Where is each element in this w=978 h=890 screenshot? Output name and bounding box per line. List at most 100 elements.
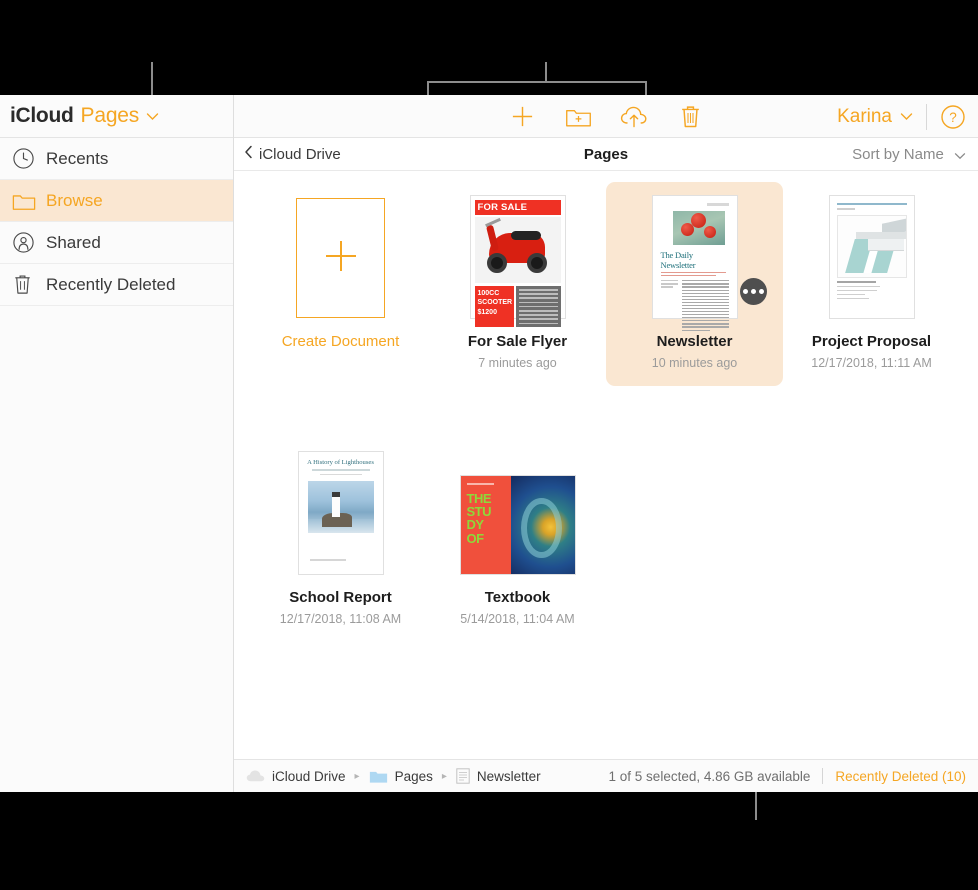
- document-icon: [456, 768, 470, 784]
- navigation-bar: iCloud Drive Pages Sort by Name: [234, 138, 978, 171]
- toolbar: Karina ?: [234, 95, 978, 138]
- brand-app-label: Pages: [80, 104, 140, 127]
- document-date: 7 minutes ago: [478, 356, 557, 370]
- for-sale-flyer-thumbnail: FOR SALE 100CC SCOOTER $1200: [470, 196, 565, 327]
- newsletter-subhead: [660, 271, 729, 277]
- more-options-icon[interactable]: [740, 278, 767, 305]
- document-date: 10 minutes ago: [651, 356, 738, 370]
- breadcrumb-label: Newsletter: [476, 768, 541, 784]
- toolbar-account-area: Karina ?: [837, 95, 966, 138]
- thumbnail-wrap: A History of Lighthouses: [298, 452, 383, 574]
- icloud-pages-window: iCloud Pages Recents Browse Shared Recen…: [0, 95, 978, 792]
- breadcrumb-separator: ▸: [441, 770, 447, 782]
- toolbar-divider: [926, 103, 927, 130]
- sidebar-item-label: Recently Deleted: [46, 274, 176, 294]
- chevron-down-icon[interactable]: [900, 110, 913, 124]
- sidebar-item-browse[interactable]: Browse: [0, 180, 233, 222]
- flyer-price-text: 100CC SCOOTER $1200: [474, 286, 515, 327]
- folder-icon: [12, 190, 46, 212]
- project-proposal-thumbnail: [829, 196, 914, 318]
- shared-person-icon: [12, 231, 46, 254]
- brand-header[interactable]: iCloud Pages: [0, 95, 233, 138]
- school-report-headline: A History of Lighthouses: [307, 459, 374, 466]
- flyer-footer: 100CC SCOOTER $1200: [474, 286, 561, 327]
- document-tile-project-proposal[interactable]: Project Proposal 12/17/2018, 11:11 AM: [783, 182, 960, 386]
- callout-line-toolbar-stem: [545, 62, 547, 82]
- document-name: Newsletter: [656, 333, 733, 350]
- account-name[interactable]: Karina: [837, 106, 892, 128]
- new-document-button[interactable]: [507, 102, 537, 132]
- breadcrumb-label: iCloud Drive: [272, 768, 346, 784]
- cloud-icon: [246, 769, 265, 783]
- document-name: For Sale Flyer: [467, 333, 568, 350]
- create-document-tile[interactable]: Create Document: [252, 182, 429, 386]
- document-name: Textbook: [484, 589, 551, 606]
- architecture-image: [836, 215, 907, 278]
- textbook-thumbnail: THE STU DY OF: [460, 476, 575, 574]
- textbook-cover-left: THE STU DY OF: [460, 476, 511, 574]
- sidebar-item-recently-deleted[interactable]: Recently Deleted: [0, 264, 233, 306]
- screenshot-stage: iCloud Pages Recents Browse Shared Recen…: [0, 0, 978, 890]
- recently-deleted-link[interactable]: Recently Deleted (10): [835, 769, 966, 784]
- create-document-thumbnail: [296, 196, 385, 318]
- sidebar-item-label: Browse: [46, 190, 103, 210]
- breadcrumb-icloud-drive[interactable]: iCloud Drive: [246, 769, 346, 784]
- lighthouse-image: [307, 480, 374, 533]
- flyer-body-text: [516, 286, 561, 327]
- proposal-caption: [836, 280, 907, 299]
- chevron-down-icon: [954, 150, 966, 162]
- document-date: 12/17/2018, 11:11 AM: [811, 356, 932, 370]
- breadcrumb-label: Pages: [394, 768, 433, 784]
- thumbnail-wrap: The Daily Newsletter: [652, 196, 737, 331]
- sort-by-name-button[interactable]: Sort by Name: [852, 146, 966, 163]
- thumbnail-wrap: FOR SALE 100CC SCOOTER $1200: [470, 196, 565, 327]
- delete-button[interactable]: [675, 102, 705, 132]
- sidebar-item-label: Recents: [46, 148, 109, 168]
- document-date: 12/17/2018, 11:08 AM: [279, 612, 402, 626]
- document-tile-textbook[interactable]: THE STU DY OF Textbook 5/14/2018, 11:04 AM: [429, 438, 606, 642]
- clock-icon: [12, 147, 46, 170]
- document-tile-for-sale-flyer[interactable]: FOR SALE 100CC SCOOTER $1200 For Sale Fl…: [429, 182, 606, 386]
- document-tile-school-report[interactable]: A History of Lighthouses School Report 1…: [252, 438, 429, 642]
- sort-label: Sort by Name: [852, 145, 944, 163]
- status-right-area: 1 of 5 selected, 4.86 GB available Recen…: [609, 768, 966, 784]
- new-folder-button[interactable]: [563, 102, 593, 132]
- scooter-image: [474, 217, 561, 283]
- brand-icloud-label: iCloud: [10, 104, 74, 127]
- flowers-image: [672, 210, 725, 245]
- svg-text:?: ?: [949, 110, 957, 125]
- content-pane: Karina ? iCloud Drive Pages Sort by Name…: [234, 95, 978, 792]
- status-bar: iCloud Drive ▸ Pages ▸ Newsletter 1 of 5…: [234, 759, 978, 792]
- textbook-title: THE STU DY OF: [466, 490, 492, 546]
- thumbnail-wrap: THE STU DY OF: [460, 452, 575, 574]
- callout-line-toolbar-bar: [427, 81, 647, 83]
- selection-info: 1 of 5 selected, 4.86 GB available: [608, 768, 811, 784]
- sidebar: iCloud Pages Recents Browse Shared Recen…: [0, 95, 234, 792]
- help-question-icon[interactable]: ?: [940, 104, 966, 130]
- breadcrumb-pages[interactable]: Pages: [369, 769, 433, 784]
- trash-icon: [12, 273, 46, 296]
- flyer-band-text: FOR SALE: [474, 200, 561, 215]
- sidebar-item-recents[interactable]: Recents: [0, 138, 233, 180]
- sidebar-item-shared[interactable]: Shared: [0, 222, 233, 264]
- chevron-down-icon[interactable]: [146, 112, 159, 121]
- breadcrumb-separator: ▸: [354, 770, 360, 782]
- document-name: Project Proposal: [811, 333, 932, 350]
- thumbnail-wrap: [829, 196, 914, 318]
- document-tile-newsletter[interactable]: The Daily Newsletter Newsletter 10 minut…: [606, 182, 783, 386]
- create-tile-box: [296, 198, 385, 318]
- breadcrumb-newsletter[interactable]: Newsletter: [456, 768, 541, 784]
- upload-button[interactable]: [619, 102, 649, 132]
- sidebar-item-label: Shared: [46, 232, 101, 252]
- document-grid: Create Document FOR SALE 100CC SCOOTER $…: [234, 172, 978, 759]
- newsletter-thumbnail: The Daily Newsletter: [652, 196, 737, 331]
- plus-icon: [320, 235, 362, 282]
- create-document-label: Create Document: [281, 333, 400, 350]
- document-name: School Report: [289, 589, 392, 606]
- folder-icon: [369, 769, 388, 784]
- textbook-science-image: [510, 476, 575, 574]
- newsletter-columns: [660, 280, 729, 332]
- status-divider: [822, 768, 824, 784]
- school-report-thumbnail: A History of Lighthouses: [298, 452, 383, 574]
- document-date: 5/14/2018, 11:04 AM: [460, 612, 575, 626]
